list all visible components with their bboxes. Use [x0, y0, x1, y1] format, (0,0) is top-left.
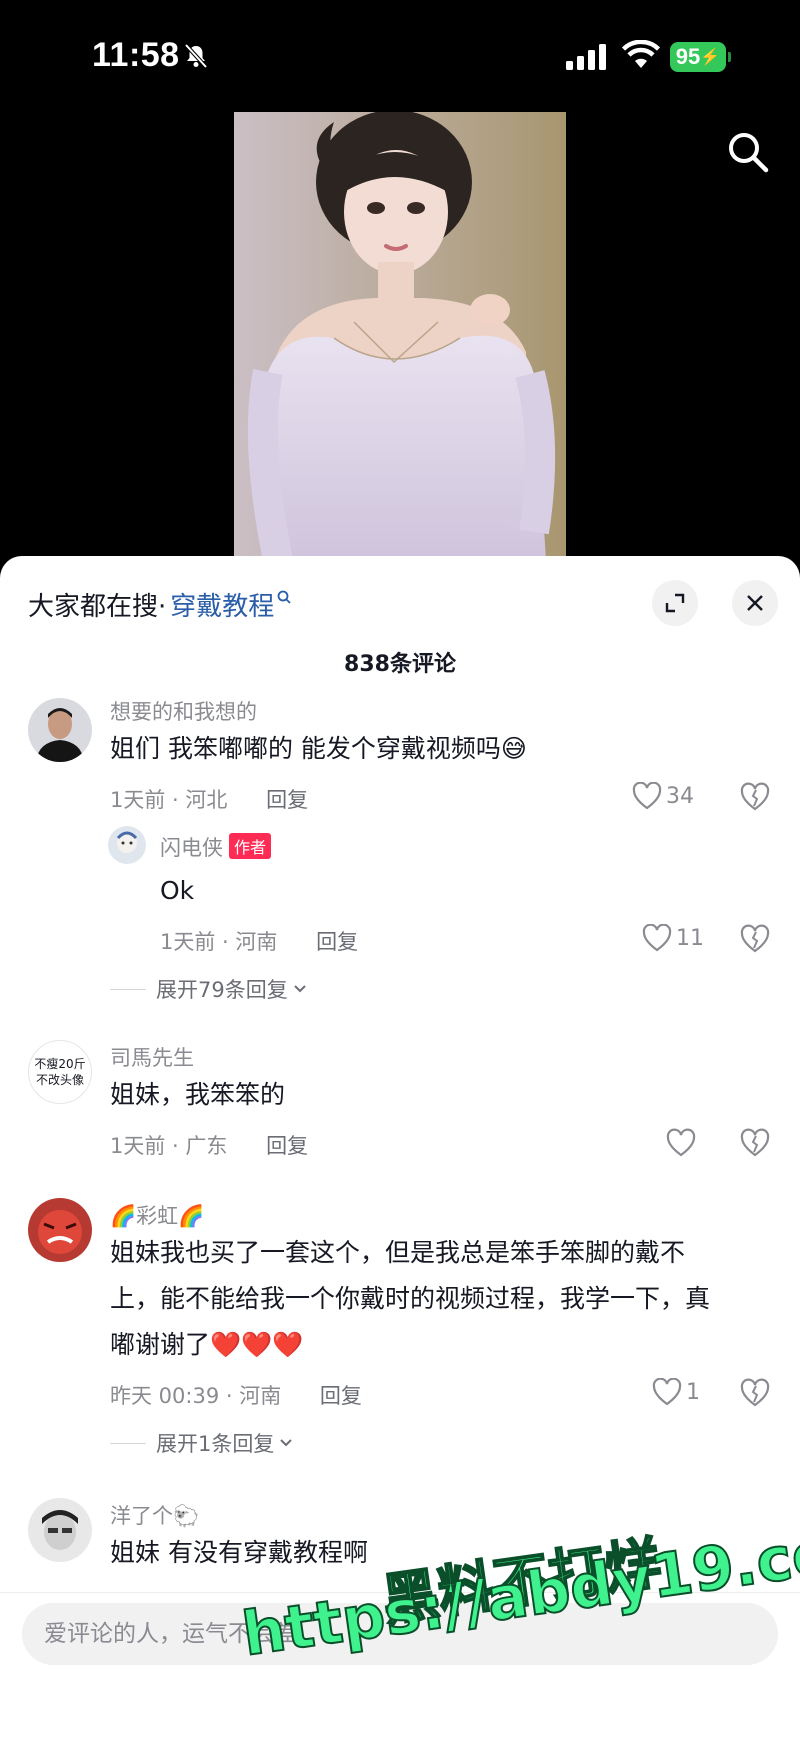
- divider-line: [110, 988, 146, 990]
- heart-icon: [642, 924, 672, 952]
- video-frame-illustration: [234, 112, 566, 560]
- comment-meta: 1天前 · 广东 回复: [110, 1130, 308, 1160]
- comment-nickname[interactable]: 想要的和我想的: [110, 696, 257, 726]
- comment-time-location: 1天前 · 河北: [110, 788, 228, 812]
- avatar[interactable]: 不瘦20斤 不改头像: [28, 1040, 92, 1104]
- reply-reply-button[interactable]: 回复: [316, 930, 358, 954]
- avatar[interactable]: [28, 698, 92, 762]
- comment-nickname[interactable]: 司馬先生: [110, 1042, 194, 1072]
- like-count: 34: [666, 783, 694, 809]
- expand-replies-button[interactable]: 展开1条回复: [110, 1428, 294, 1458]
- dislike-heart-icon[interactable]: [740, 782, 770, 812]
- reply-text[interactable]: Ok: [160, 868, 194, 914]
- comment-time-location: 昨天 00:39 · 河南: [110, 1384, 282, 1408]
- dislike-heart-icon[interactable]: [740, 1378, 770, 1408]
- reply-nickname-text: 闪电侠: [160, 836, 223, 860]
- expand-icon: [665, 593, 685, 613]
- battery-indicator: 95 ⚡: [670, 42, 731, 72]
- reply-like-count: 11: [676, 925, 704, 951]
- reply-button[interactable]: 回复: [266, 788, 308, 812]
- like-count: 1: [686, 1379, 700, 1405]
- comment-text-line3[interactable]: 嘟谢谢了❤️❤️❤️: [110, 1322, 303, 1368]
- comment-meta: 昨天 00:39 · 河南 回复: [110, 1380, 362, 1410]
- hot-search-prefix: 大家都在搜·: [28, 592, 167, 622]
- avatar-image: [28, 1498, 92, 1562]
- comment-text[interactable]: 姐妹，我笨笨的: [110, 1072, 285, 1118]
- reply-button[interactable]: 回复: [320, 1384, 362, 1408]
- avatar-image: [28, 1198, 92, 1262]
- battery-level: 95: [675, 44, 701, 69]
- comment-text[interactable]: 姐们 我笨嘟嘟的 能发个穿戴视频吗😅: [110, 726, 527, 772]
- mini-search-icon: [277, 590, 291, 604]
- chevron-down-icon: [294, 985, 306, 993]
- reply-avatar[interactable]: [108, 826, 146, 864]
- reply-time-location: 1天前 · 河南: [160, 930, 278, 954]
- close-icon: [747, 595, 763, 611]
- reply-nickname[interactable]: 闪电侠 作者: [160, 832, 272, 862]
- heart-icon: [632, 782, 662, 810]
- wifi-icon: [622, 40, 660, 68]
- expand-replies-label: 展开1条回复: [156, 1432, 275, 1456]
- like-button[interactable]: 1: [652, 1378, 700, 1406]
- comment-nickname[interactable]: 洋了个🐑: [110, 1500, 199, 1530]
- avatar-text-line2: 不改头像: [35, 1073, 84, 1087]
- avatar[interactable]: [28, 1498, 92, 1562]
- reply-avatar-image: [108, 826, 146, 864]
- avatar-image: [28, 698, 92, 762]
- comment-time-location: 1天前 · 广东: [110, 1134, 228, 1158]
- dislike-heart-icon[interactable]: [740, 1128, 770, 1158]
- status-bar: 11:58 95 ⚡: [0, 0, 800, 110]
- video-preview[interactable]: [234, 112, 566, 560]
- comment-text-line2[interactable]: 上，能不能给我一个你戴时的视频过程，我学一下，真: [110, 1276, 710, 1322]
- expand-button[interactable]: [652, 580, 698, 626]
- reply-button[interactable]: 回复: [266, 1134, 308, 1158]
- expand-replies-button[interactable]: 展开79条回复: [110, 974, 308, 1004]
- comment-meta: 1天前 · 河北 回复: [110, 784, 308, 814]
- status-time: 11:58: [92, 36, 180, 74]
- avatar-text-line1: 不瘦20斤: [34, 1057, 86, 1071]
- dislike-heart-icon[interactable]: [740, 924, 770, 954]
- expand-replies-label: 展开79条回复: [156, 978, 288, 1002]
- comment-count: 838条评论: [344, 652, 456, 677]
- author-badge: 作者: [229, 833, 272, 859]
- chevron-down-icon: [280, 1439, 293, 1447]
- reply-meta: 1天前 · 河南 回复: [160, 926, 358, 956]
- search-icon[interactable]: [726, 130, 770, 174]
- avatar[interactable]: [28, 1198, 92, 1262]
- mute-bell-icon: [184, 43, 208, 69]
- heart-icon: [652, 1378, 682, 1406]
- hot-search-term[interactable]: 穿戴教程: [170, 586, 274, 623]
- signal-icon: [566, 44, 606, 70]
- comment-text[interactable]: 姐妹 有没有穿戴教程啊: [110, 1530, 368, 1576]
- close-button[interactable]: [732, 580, 778, 626]
- divider-line: [110, 1442, 146, 1444]
- like-button[interactable]: 34: [632, 782, 694, 810]
- comment-text-line1[interactable]: 姐妹我也买了一套这个，但是我总是笨手笨脚的戴不: [110, 1230, 685, 1276]
- hot-search-bar[interactable]: 大家都在搜· 穿戴教程: [28, 586, 291, 623]
- reply-like-button[interactable]: 11: [642, 924, 704, 952]
- heart-icon[interactable]: [666, 1128, 696, 1158]
- comment-nickname[interactable]: 🌈彩虹🌈: [110, 1200, 204, 1230]
